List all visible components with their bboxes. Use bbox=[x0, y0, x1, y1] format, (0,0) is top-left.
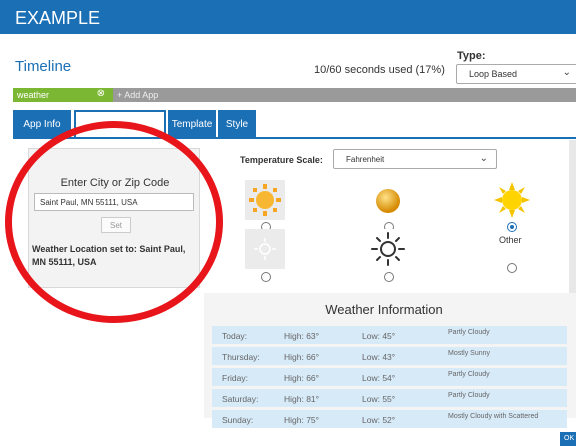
sun-yellow-icon[interactable] bbox=[492, 180, 532, 220]
sun-faint-icon[interactable] bbox=[245, 229, 285, 269]
app-chip-label: weather bbox=[17, 90, 50, 100]
icon-radio-6[interactable] bbox=[507, 263, 517, 273]
weather-condition: Mostly Cloudy with Scattered bbox=[448, 413, 539, 420]
timeline-app-bar: weather ⊗ + Add App bbox=[13, 88, 576, 102]
type-select-value: Loop Based bbox=[469, 69, 518, 79]
weather-info-title: Weather Information bbox=[325, 302, 443, 317]
weather-high: High: 81° bbox=[284, 394, 320, 404]
weather-condition: Partly Cloudy bbox=[448, 329, 490, 336]
weather-condition: Partly Cloudy bbox=[448, 392, 490, 399]
weather-low: Low: 55° bbox=[362, 394, 396, 404]
other-label: Other bbox=[499, 235, 522, 245]
app-title: EXAMPLE bbox=[15, 8, 101, 28]
weather-low: Low: 45° bbox=[362, 331, 396, 341]
weather-high: High: 63° bbox=[284, 331, 320, 341]
weather-day: Friday: bbox=[222, 373, 248, 383]
sun-outline-icon[interactable] bbox=[368, 229, 408, 269]
tab-style[interactable]: Style bbox=[218, 110, 256, 138]
table-row: Thursday: High: 66° Low: 43° Mostly Sunn… bbox=[212, 347, 567, 365]
app-chip-weather[interactable]: weather ⊗ bbox=[13, 88, 113, 102]
weather-day: Sunday: bbox=[222, 415, 254, 425]
weather-high: High: 75° bbox=[284, 415, 320, 425]
sun-pixel-icon[interactable] bbox=[245, 180, 285, 220]
weather-low: Low: 54° bbox=[362, 373, 396, 383]
weather-high: High: 66° bbox=[284, 352, 320, 362]
add-app-button[interactable]: + Add App bbox=[117, 90, 158, 100]
table-row: Sunday: High: 75° Low: 52° Mostly Cloudy… bbox=[212, 410, 567, 428]
usage-text: 10/60 seconds used (17%) bbox=[314, 64, 445, 76]
weather-low: Low: 43° bbox=[362, 352, 396, 362]
sun-glossy-icon[interactable] bbox=[368, 180, 408, 220]
icon-radio-3[interactable] bbox=[507, 222, 517, 232]
ok-button[interactable]: OK bbox=[560, 432, 576, 446]
chevron-down-icon: ⌄ bbox=[479, 153, 488, 164]
temperature-scale-label: Temperature Scale: bbox=[240, 155, 323, 165]
icon-radio-5[interactable] bbox=[384, 272, 394, 282]
icon-radio-4[interactable] bbox=[261, 272, 271, 282]
weather-condition: Mostly Sunny bbox=[448, 350, 491, 357]
weather-low: Low: 52° bbox=[362, 415, 396, 425]
weather-condition: Partly Cloudy bbox=[448, 371, 490, 378]
type-label: Type: bbox=[457, 50, 486, 62]
weather-day: Thursday: bbox=[222, 352, 260, 362]
tab-template[interactable]: Template bbox=[168, 110, 216, 138]
weather-day: Saturday: bbox=[222, 394, 259, 404]
weather-high: High: 66° bbox=[284, 373, 320, 383]
type-select[interactable]: Loop Based ⌄ bbox=[456, 64, 576, 84]
temperature-scale-value: Fahrenheit bbox=[346, 155, 385, 164]
table-row: Friday: High: 66° Low: 54° Partly Cloudy bbox=[212, 368, 567, 386]
timeline-title: Timeline bbox=[15, 58, 72, 75]
table-row: Saturday: High: 81° Low: 55° Partly Clou… bbox=[212, 389, 567, 407]
close-circle-icon[interactable]: ⊗ bbox=[97, 88, 105, 99]
table-row: Today: High: 63° Low: 45° Partly Cloudy bbox=[212, 326, 567, 344]
app-header: EXAMPLE bbox=[0, 0, 576, 34]
chevron-down-icon: ⌄ bbox=[562, 67, 571, 78]
highlight-circle bbox=[5, 121, 223, 323]
weather-day: Today: bbox=[222, 331, 248, 341]
weather-info-card: Weather Information Today: High: 63° Low… bbox=[204, 293, 576, 428]
temperature-scale-select[interactable]: Fahrenheit ⌄ bbox=[333, 149, 497, 169]
